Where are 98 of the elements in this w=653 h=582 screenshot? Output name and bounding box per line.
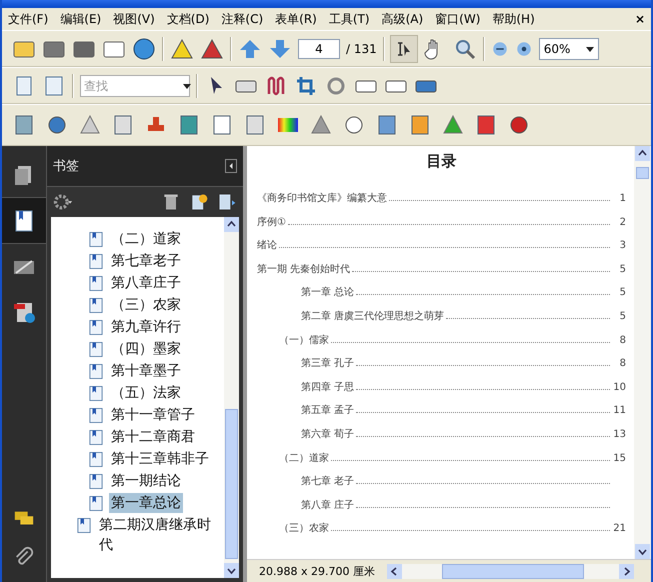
toc-entry: 第七章 老子	[301, 474, 354, 488]
bookmark-item[interactable]: 第二期汉唐继承时代	[97, 515, 213, 555]
bookmark-icon	[89, 275, 103, 292]
menu-item[interactable]: 帮助(H)	[492, 10, 535, 28]
bookmark-item[interactable]: 第十一章管子	[109, 405, 197, 425]
bookmark-item[interactable]: 第八章庄子	[109, 273, 183, 293]
toc-page-number: 21	[612, 523, 626, 534]
toc-page-number: 8	[618, 334, 626, 346]
scroll-thumb[interactable]	[225, 409, 238, 559]
toc-entry: （二）道家	[279, 452, 329, 465]
scroll-down-button[interactable]	[635, 544, 650, 559]
bookmark-item[interactable]: 第十二章商君	[109, 427, 197, 447]
caret-icon	[228, 163, 234, 169]
toc-entry: 第五章 孟子	[301, 404, 354, 418]
bookmark-item[interactable]: 第一期结论	[109, 471, 183, 491]
toc-page-number: 10	[612, 382, 626, 393]
horizontal-scrollbar[interactable]	[386, 564, 634, 578]
page-number-field[interactable]: 4	[298, 38, 340, 58]
toc-page-number: 1	[618, 193, 626, 204]
close-document-button[interactable]: ×	[634, 12, 645, 26]
bookmark-options-icon[interactable]	[217, 192, 237, 212]
scroll-right-button[interactable]	[619, 564, 634, 578]
toc-entry: 第一期 先秦创始时代	[257, 262, 350, 276]
zoom-out-icon[interactable]	[490, 40, 509, 58]
gear-icon[interactable]	[53, 192, 73, 212]
menu-item[interactable]: 文档(D)	[166, 10, 210, 28]
toc-page-number: 3	[618, 240, 626, 252]
toc-entry: 《商务印书馆文库》编纂大意	[257, 192, 387, 205]
menu-item[interactable]: 编辑(E)	[60, 10, 102, 28]
bookmark-icon	[89, 363, 103, 380]
text-select-icon[interactable]	[390, 36, 417, 62]
toc-entry: （一）儒家	[279, 334, 329, 347]
caret-icon[interactable]	[586, 44, 594, 52]
bookmark-item[interactable]: （五）法家	[109, 383, 183, 403]
bookmark-item[interactable]: 第一章总论	[109, 493, 183, 513]
scroll-thumb[interactable]	[636, 167, 649, 179]
bookmark-item[interactable]: （三）农家	[109, 295, 183, 315]
toc-entry: 第六章 荀子	[301, 428, 354, 441]
find-field[interactable]: 查找	[81, 78, 181, 92]
warning-icon[interactable]	[170, 36, 194, 60]
scroll-up-button[interactable]	[635, 146, 650, 161]
page-size-label: 20.988 x 29.700 厘米	[258, 564, 376, 578]
bookmark-item[interactable]: 第九章许行	[109, 317, 183, 337]
bookmark-item[interactable]: （四）墨家	[109, 339, 183, 359]
toc-entry: 第四章 子思	[301, 380, 354, 394]
menu-item[interactable]: 高级(A)	[382, 10, 424, 28]
caret-icon[interactable]	[183, 82, 191, 90]
bookmark-icon	[89, 495, 103, 512]
bookmark-icon	[89, 253, 103, 270]
menu-item[interactable]: 窗口(W)	[435, 10, 480, 28]
page-total: / 131	[346, 42, 377, 56]
page-heading: 目录	[426, 152, 458, 171]
toc-page-number: 15	[612, 452, 626, 464]
scrollbar[interactable]	[224, 217, 239, 578]
bookmark-icon	[89, 231, 103, 248]
menu-item[interactable]: 视图(V)	[113, 10, 155, 28]
menu-item[interactable]: 文件(F)	[8, 10, 48, 28]
bookmark-icon	[89, 451, 103, 468]
toc-entry: 绪论	[257, 238, 277, 252]
menu-item[interactable]: 注释(C)	[221, 10, 264, 28]
collapse-panel-button[interactable]	[225, 159, 237, 173]
bookmark-item[interactable]: （二）道家	[109, 229, 183, 249]
bookmark-icon	[89, 385, 103, 402]
bookmark-icon	[89, 297, 103, 314]
bookmark-item[interactable]: 第七章老子	[109, 251, 183, 271]
bookmark-icon	[89, 341, 103, 358]
zoom-dropdown[interactable]: 60%	[538, 38, 599, 60]
toc-entry: （三）农家	[279, 522, 329, 536]
toc-page-number: 5	[618, 287, 626, 298]
toc-entry: 第八章 庄子	[301, 498, 354, 512]
bookmark-icon	[89, 407, 103, 424]
bookmark-icon	[77, 517, 91, 534]
bookmark-icon	[89, 429, 103, 446]
toc-page-number: 8	[618, 358, 626, 370]
toc-page-number: 2	[618, 216, 626, 228]
zoom-in-icon[interactable]	[514, 40, 533, 58]
toc-entry: 第二章 唐虞三代伦理思想之萌芽	[301, 310, 444, 323]
scroll-left-button[interactable]	[386, 564, 402, 578]
bookmark-icon	[89, 319, 103, 336]
bookmarks-tab[interactable]	[2, 197, 46, 244]
menu-item[interactable]: 表单(R)	[275, 10, 317, 28]
toc-page-number: 13	[612, 428, 626, 440]
toc-entry: 第三章 孔子	[301, 356, 354, 370]
scroll-down-button[interactable]	[224, 563, 239, 578]
toc-page-number: 5	[618, 264, 626, 275]
scroll-thumb[interactable]	[442, 564, 584, 578]
toc-entry: 序例①	[257, 216, 286, 229]
bookmark-icon	[89, 473, 103, 490]
bookmark-item[interactable]: 第十章墨子	[109, 361, 183, 381]
scroll-up-button[interactable]	[224, 217, 239, 232]
menu-item[interactable]: 工具(T)	[328, 10, 370, 28]
toc-page-number: 5	[618, 310, 626, 322]
bookmark-item[interactable]: 第十三章韩非子	[109, 449, 211, 469]
panel-title: 书签	[53, 158, 79, 175]
find-dropdown[interactable]: 查找	[80, 74, 190, 96]
toc-entry: 第一章 总论	[301, 286, 354, 300]
document-scrollbar[interactable]	[634, 146, 651, 559]
toc-page-number: 11	[612, 405, 626, 416]
